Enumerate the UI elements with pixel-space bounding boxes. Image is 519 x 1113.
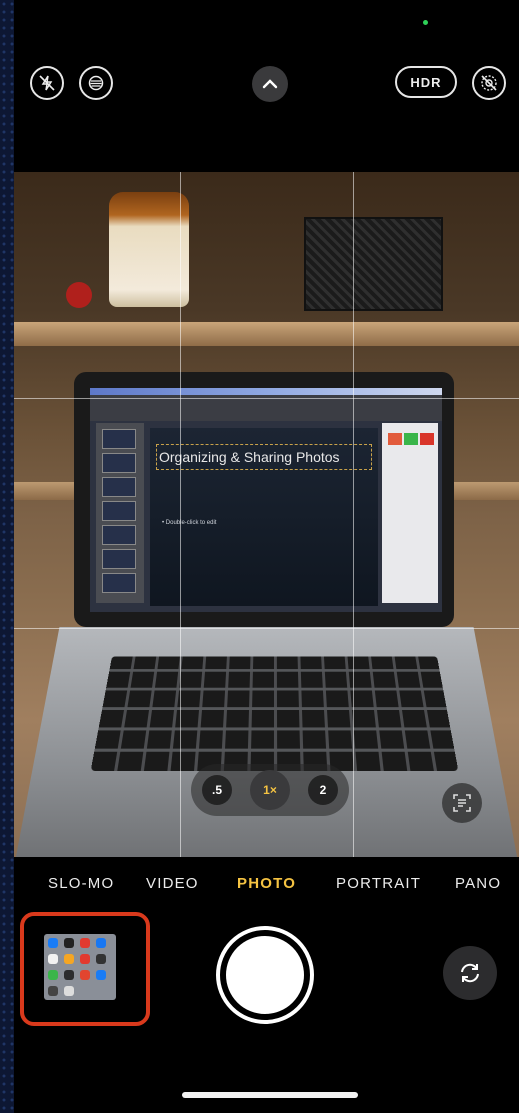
current-slide: Organizing & Sharing Photos • Double-cli… — [150, 428, 378, 606]
app-icon — [80, 970, 90, 980]
mode-portrait[interactable]: PORTRAIT — [336, 875, 421, 892]
grid-line — [353, 172, 354, 857]
format-panel — [382, 423, 438, 603]
app-icon — [64, 986, 74, 996]
home-indicator[interactable] — [182, 1092, 358, 1098]
grid-line — [14, 398, 519, 399]
chevron-up-icon[interactable] — [252, 66, 288, 102]
swatch — [404, 433, 418, 445]
mode-photo[interactable]: PHOTO — [237, 875, 296, 892]
shutter-inner — [224, 934, 306, 1016]
app-icon — [64, 954, 74, 964]
mode-pano[interactable]: PANO — [455, 875, 501, 892]
live-off-icon[interactable] — [472, 66, 506, 100]
keyboard-rows — [90, 656, 459, 771]
app-icon — [96, 954, 106, 964]
laptop-display: Organizing & Sharing Photos • Double-cli… — [90, 388, 442, 612]
mode-slo-mo[interactable]: SLO-MO — [48, 875, 114, 892]
swatch — [420, 433, 434, 445]
mode-video[interactable]: VIDEO — [146, 875, 199, 892]
ball — [66, 282, 92, 308]
flash-off-icon[interactable] — [30, 66, 64, 100]
shelf — [14, 322, 519, 346]
app-icon — [48, 986, 58, 996]
zoom-0-5-button[interactable]: .5 — [202, 775, 232, 805]
app-icon — [48, 938, 58, 948]
app-icon — [80, 954, 90, 964]
last-photo-thumbnail[interactable] — [44, 934, 116, 1000]
slide-thumbnails — [96, 423, 144, 603]
camera-screen: HDR Organizing & Sharing Photos • Double… — [14, 0, 519, 1113]
slide-thumb — [102, 477, 136, 497]
slide-thumb — [102, 453, 136, 473]
slide-thumb — [102, 429, 136, 449]
app-icon — [96, 938, 106, 948]
app-icon — [80, 938, 90, 948]
grid-line — [14, 628, 519, 629]
app-icon — [48, 954, 58, 964]
slide-bullet: • Double-click to edit — [162, 520, 217, 526]
slide-thumb — [102, 549, 136, 569]
camera-flip-icon[interactable] — [443, 946, 497, 1000]
app-icon — [64, 970, 74, 980]
slide-title: Organizing & Sharing Photos — [156, 444, 372, 470]
swatch — [388, 433, 402, 445]
night-mode-icon[interactable] — [79, 66, 113, 100]
zoom-2x-button[interactable]: 2 — [308, 775, 338, 805]
live-text-icon[interactable] — [442, 783, 482, 823]
app-icon — [96, 970, 106, 980]
app-icon — [64, 938, 74, 948]
viewfinder[interactable]: Organizing & Sharing Photos • Double-cli… — [14, 172, 519, 857]
highlight-annotation — [20, 912, 150, 1026]
hdr-button[interactable]: HDR — [395, 66, 457, 98]
grid-line — [180, 172, 181, 857]
slide-thumb — [102, 501, 136, 521]
camera-in-use-indicator — [423, 20, 428, 25]
menu-bar — [90, 388, 442, 395]
basket — [304, 217, 443, 311]
zoom-1x-button[interactable]: 1× — [250, 770, 290, 810]
slide-thumb — [102, 573, 136, 593]
shutter-button[interactable] — [216, 926, 314, 1024]
slide-thumb — [102, 525, 136, 545]
jar — [109, 192, 189, 307]
mode-selector: SLO-MO VIDEO PHOTO PORTRAIT PANO — [14, 857, 519, 913]
app-icon — [48, 970, 58, 980]
zoom-selector: .5 1× 2 — [191, 764, 349, 816]
